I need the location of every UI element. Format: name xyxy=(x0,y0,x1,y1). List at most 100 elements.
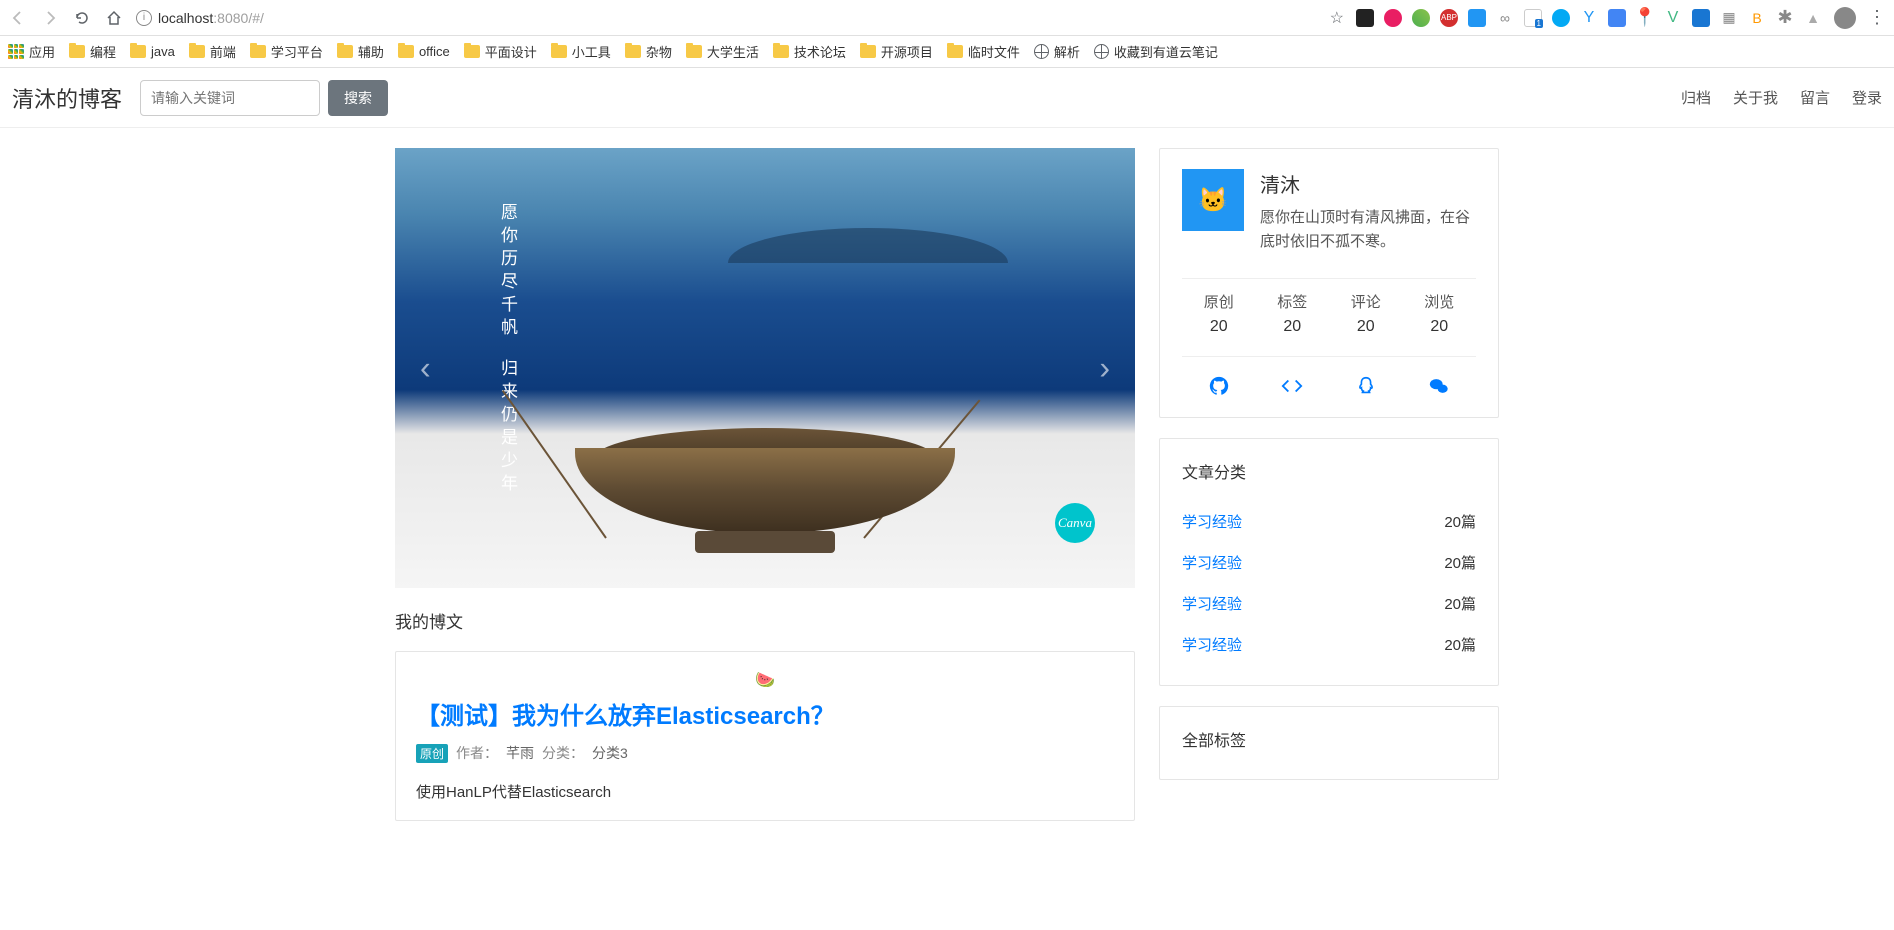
bookmark-folder[interactable]: 编程 xyxy=(69,42,116,61)
url-host: localhost xyxy=(158,10,213,26)
bookmark-folder[interactable]: 技术论坛 xyxy=(773,42,846,61)
carousel-next-button[interactable]: › xyxy=(1099,350,1110,387)
url-bar[interactable]: i localhost:8080/#/ xyxy=(136,10,1318,26)
menu-dots-icon[interactable]: ⋮ xyxy=(1868,7,1886,28)
ext-icon[interactable]: Y xyxy=(1580,9,1598,27)
wechat-icon[interactable] xyxy=(1428,375,1450,397)
bookmark-label: 解析 xyxy=(1054,42,1080,61)
search-button[interactable]: 搜索 xyxy=(328,80,388,116)
category-link[interactable]: 学习经验 xyxy=(1182,634,1242,655)
nav-link[interactable]: 留言 xyxy=(1800,87,1830,108)
profile-avatar-icon[interactable] xyxy=(1834,7,1856,29)
ext-icon[interactable]: ▲ xyxy=(1804,9,1822,27)
category-count: 20篇 xyxy=(1444,511,1476,532)
blog-title[interactable]: 清沐的博客 xyxy=(12,82,122,114)
ext-icon[interactable]: B xyxy=(1748,9,1766,27)
category-item: 学习经验 20篇 xyxy=(1182,501,1476,542)
home-button[interactable] xyxy=(104,8,124,28)
post-title-link[interactable]: 【测试】我为什么放弃Elasticsearch？ xyxy=(416,696,1114,731)
hero-carousel: 愿你历尽千帆 归来仍是少年 Canva ‹ › xyxy=(395,148,1135,588)
bookmark-label: 辅助 xyxy=(358,42,384,61)
category-count: 20篇 xyxy=(1444,593,1476,614)
globe-icon xyxy=(1034,44,1049,59)
bookmark-folder[interactable]: 前端 xyxy=(189,42,236,61)
apps-icon xyxy=(8,44,24,60)
search-input[interactable] xyxy=(140,80,320,116)
forward-button[interactable] xyxy=(40,8,60,28)
ext-icon[interactable] xyxy=(1384,9,1402,27)
bookmark-folder[interactable]: 小工具 xyxy=(551,42,611,61)
vue-icon[interactable]: V xyxy=(1664,9,1682,27)
hero-text: 愿你历尽千帆 归来仍是少年 xyxy=(495,203,520,497)
bookmark-label: office xyxy=(419,44,450,59)
nav-link[interactable]: 登录 xyxy=(1852,87,1882,108)
author-label: 作者： xyxy=(456,743,498,763)
stat-item: 标签 20 xyxy=(1277,291,1307,336)
category-value: 分类3 xyxy=(592,743,628,763)
category-link[interactable]: 学习经验 xyxy=(1182,511,1242,532)
bookmark-folder[interactable]: java xyxy=(130,42,175,61)
canva-badge: Canva xyxy=(1055,503,1095,543)
nav-link[interactable]: 关于我 xyxy=(1733,87,1778,108)
url-port: :8080 xyxy=(213,10,248,26)
bookmark-label: 小工具 xyxy=(572,42,611,61)
bookmark-folder[interactable]: 辅助 xyxy=(337,42,384,61)
author-value: 芊雨 xyxy=(506,743,534,763)
category-item: 学习经验20篇 xyxy=(1182,624,1476,665)
site-info-icon[interactable]: i xyxy=(136,10,152,26)
bookmark-label: 学习平台 xyxy=(271,42,323,61)
ext-icon[interactable] xyxy=(1412,9,1430,27)
ext-icon[interactable] xyxy=(1468,9,1486,27)
folder-icon xyxy=(464,45,480,58)
abp-icon[interactable]: ABP xyxy=(1440,9,1458,27)
bookmark-link[interactable]: 解析 xyxy=(1034,42,1080,61)
ext-icon[interactable]: 1 xyxy=(1524,9,1542,27)
tags-card: 全部标签 xyxy=(1159,706,1499,780)
ext-icon[interactable]: ✱ xyxy=(1776,9,1794,27)
folder-icon xyxy=(773,45,789,58)
bookmark-label: 技术论坛 xyxy=(794,42,846,61)
bookmark-label: 开源项目 xyxy=(881,42,933,61)
bookmark-label: 大学生活 xyxy=(707,42,759,61)
back-button[interactable] xyxy=(8,8,28,28)
hero-line-2: 归来仍是少年 xyxy=(495,359,520,497)
stat-label: 原创 xyxy=(1204,291,1234,312)
code-icon[interactable] xyxy=(1281,375,1303,397)
category-link[interactable]: 学习经验 xyxy=(1182,593,1242,614)
carousel-prev-button[interactable]: ‹ xyxy=(420,350,431,387)
original-badge: 原创 xyxy=(416,744,448,763)
stat-label: 标签 xyxy=(1277,291,1307,312)
nav-link[interactable]: 归档 xyxy=(1681,87,1711,108)
globe-icon xyxy=(1094,44,1109,59)
qq-icon[interactable] xyxy=(1355,375,1377,397)
bookmark-folder[interactable]: office xyxy=(398,42,450,61)
ext-icon[interactable]: 📍 xyxy=(1636,9,1654,27)
ext-icon[interactable]: ▦ xyxy=(1720,9,1738,27)
stat-label: 评论 xyxy=(1351,291,1381,312)
bookmark-folder[interactable]: 开源项目 xyxy=(860,42,933,61)
folder-icon xyxy=(189,45,205,58)
ext-icon[interactable] xyxy=(1552,9,1570,27)
category-link[interactable]: 学习经验 xyxy=(1182,552,1242,573)
reload-button[interactable] xyxy=(72,8,92,28)
github-icon[interactable] xyxy=(1208,375,1230,397)
stat-value: 20 xyxy=(1430,318,1448,335)
ext-icon[interactable] xyxy=(1608,9,1626,27)
stat-value: 20 xyxy=(1283,318,1301,335)
stat-item: 原创20 xyxy=(1204,291,1234,336)
bookmark-folder[interactable]: 大学生活 xyxy=(686,42,759,61)
stat-label: 浏览 xyxy=(1424,291,1454,312)
bookmark-folder[interactable]: 杂物 xyxy=(625,42,672,61)
ext-icon[interactable]: ∞ xyxy=(1496,9,1514,27)
bookmark-folder[interactable]: 学习平台 xyxy=(250,42,323,61)
post-excerpt: 使用HanLP代替Elasticsearch xyxy=(416,781,1114,802)
folder-icon xyxy=(130,45,146,58)
category-item: 学习经验 20篇 xyxy=(1182,583,1476,624)
bookmark-star-icon[interactable]: ☆ xyxy=(1330,8,1344,28)
bookmark-folder[interactable]: 平面设计 xyxy=(464,42,537,61)
ext-icon[interactable] xyxy=(1356,9,1374,27)
ext-icon[interactable] xyxy=(1692,9,1710,27)
bookmark-folder[interactable]: 临时文件 xyxy=(947,42,1020,61)
bookmark-link[interactable]: 收藏到有道云笔记 xyxy=(1094,42,1218,61)
apps-button[interactable]: 应用 xyxy=(8,42,55,61)
